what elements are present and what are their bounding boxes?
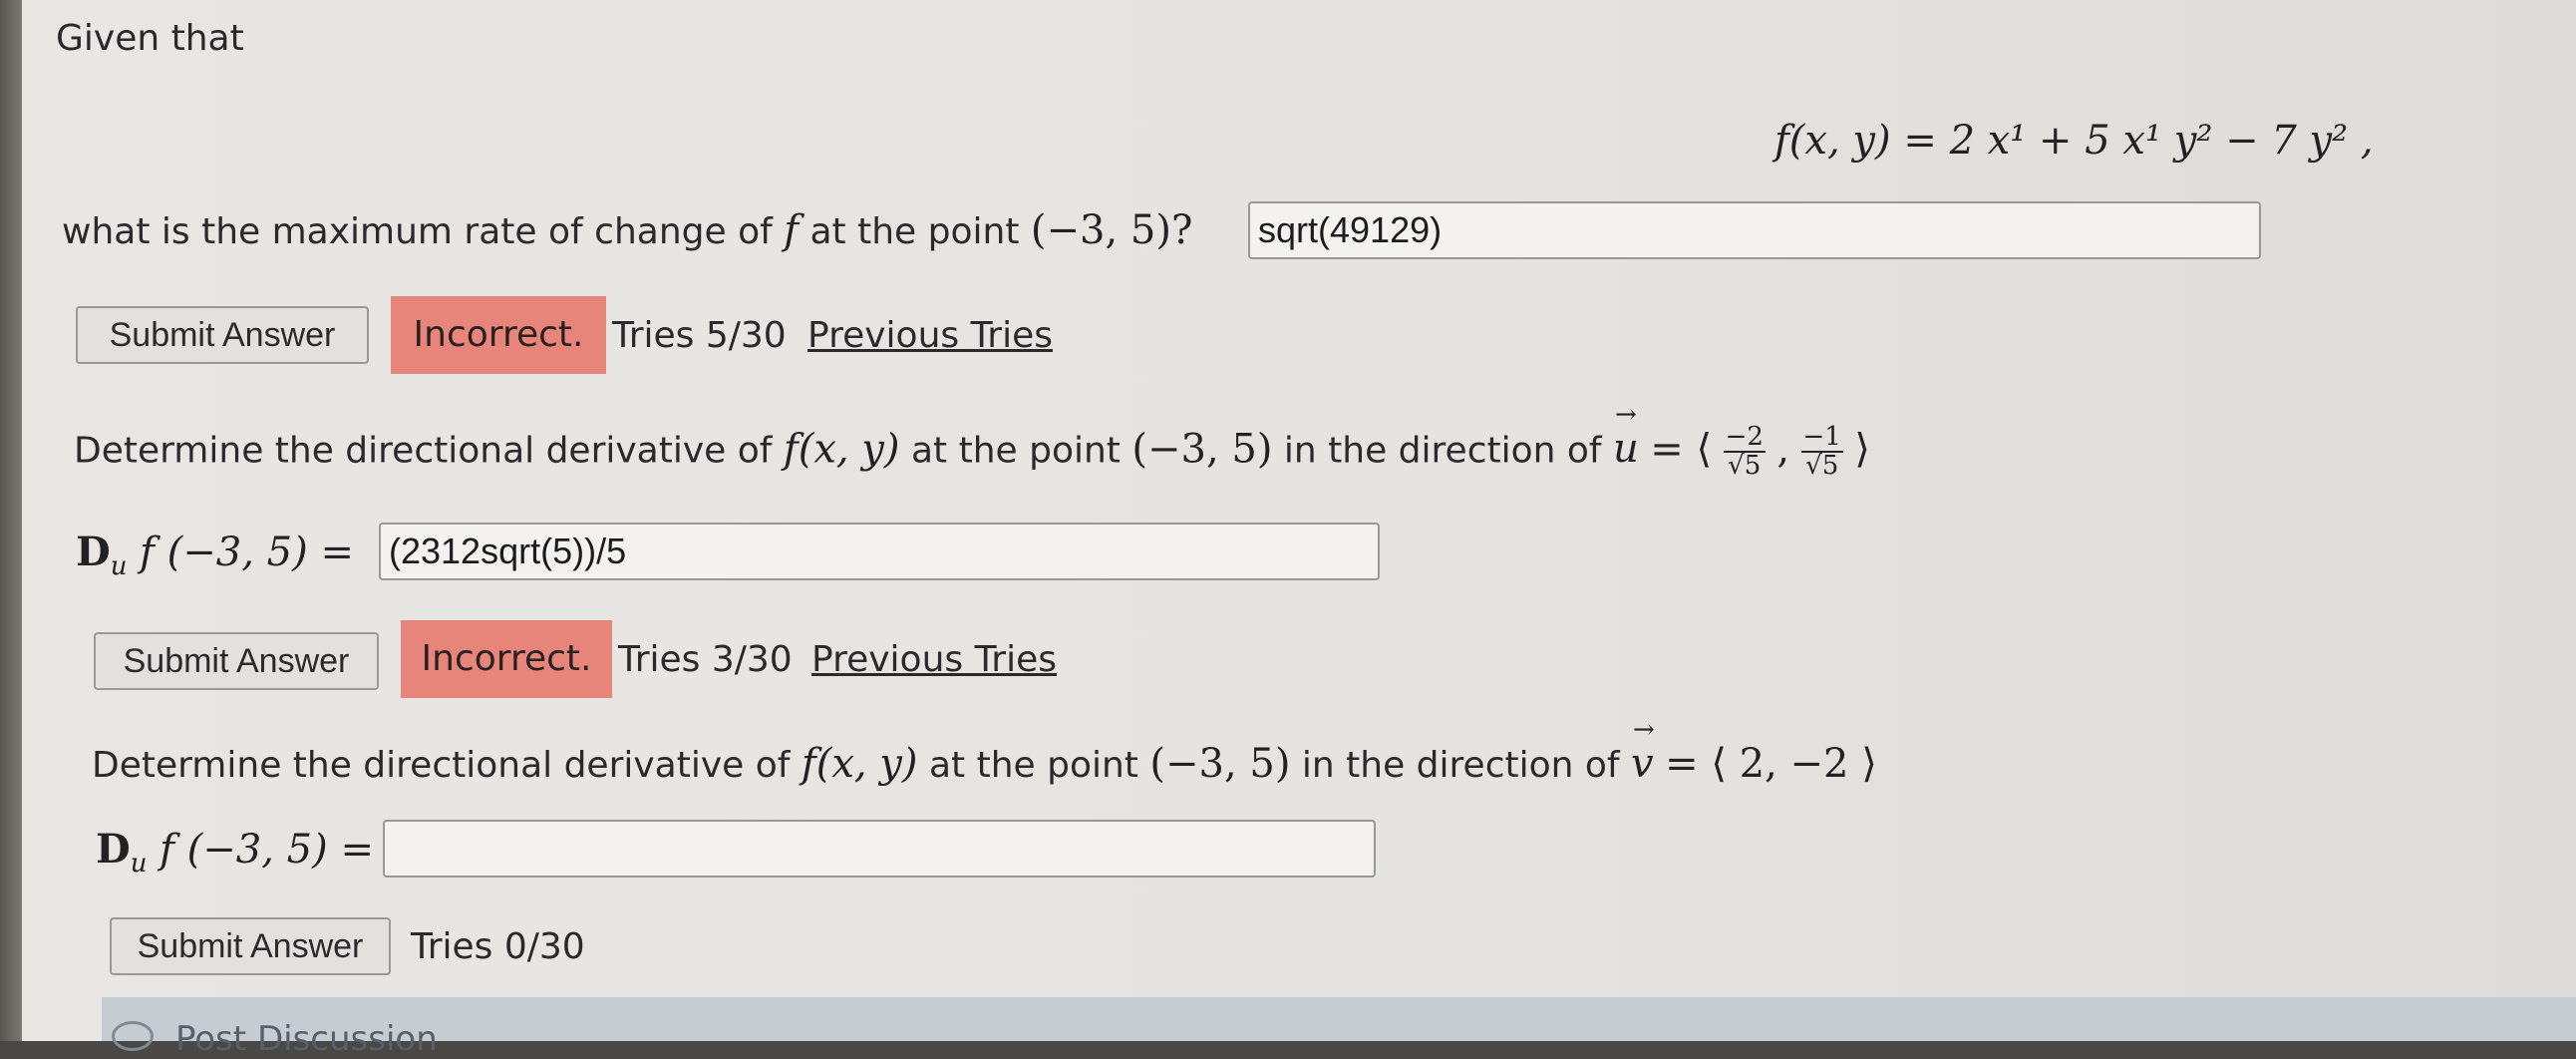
q3-point: (−3, 5) [1149,741,1291,787]
q2-comma: , [1776,426,1790,473]
q2-fxy: f(x, y) [783,426,900,473]
q1-at-point: at the point [809,211,1020,252]
q2-tries: Tries 3/30 [618,639,793,680]
q2-close: ⟩ [1854,426,1870,473]
q2-prompt: Determine the directional derivative of … [74,400,1870,482]
q3-submit-button[interactable]: Submit Answer [110,917,391,975]
q1-intro: Given that [56,18,244,59]
q1-point: (−3, 5)? [1030,207,1193,253]
q2-prompt-start: Determine the directional derivative of [74,430,773,472]
q2-answer-input[interactable]: (2312sqrt(5))/5 [379,523,1380,580]
q2-fraction-2: −1 √5 [1800,422,1843,482]
q1-question-text: what is the maximum rate of change of [62,211,773,252]
q3-label-d: D [96,826,131,873]
q1-question: what is the maximum rate of change of f … [62,207,1192,253]
q1-previous-tries-link[interactable]: Previous Tries [807,315,1053,356]
q3-vector-value: = ⟨ 2, −2 ⟩ [1665,741,1877,787]
q3-tries: Tries 0/30 [411,926,585,967]
q1-submit-button[interactable]: Submit Answer [76,306,369,364]
q1-answer-input[interactable]: sqrt(49129) [1248,201,2261,259]
discussion-icon [112,1021,154,1051]
q2-label-sub: u [110,551,128,581]
discussion-band [102,997,2576,1041]
q3-label-sub: u [130,849,148,879]
q3-label: Du f (−3, 5) = [96,826,374,879]
q3-label-rest: f (−3, 5) = [160,827,374,873]
window-edge [0,0,22,1041]
q2-previous-tries-link[interactable]: Previous Tries [811,639,1057,680]
q2-fraction-1: −2 √5 [1723,422,1766,482]
q1-tries: Tries 5/30 [612,315,787,356]
q2-vector-u: → u [1613,400,1639,473]
q3-vector-v: → v [1631,715,1655,787]
function-rhs: 2 x¹ + 5 x¹ y² − 7 y² , [1949,118,2374,164]
function-lhs: f(x, y) = [1774,118,1937,164]
q3-prompt: Determine the directional derivative of … [92,715,1877,787]
q2-prompt-mid: at the point [910,430,1121,472]
q2-submit-button[interactable]: Submit Answer [94,632,379,690]
post-discussion-link[interactable]: Post Discussion [175,1019,438,1059]
q2-label: Du f (−3, 5) = [76,529,354,581]
q3-prompt-dir: in the direction of [1301,745,1620,786]
q2-point: (−3, 5) [1131,426,1273,473]
q2-label-rest: f (−3, 5) = [140,530,354,575]
q3-fxy: f(x, y) [801,741,918,787]
q1-status-badge: Incorrect. [391,296,606,374]
q3-prompt-mid: at the point [928,745,1138,786]
q3-prompt-start: Determine the directional derivative of [92,745,791,786]
q1-f-symbol: f [784,207,800,253]
q2-prompt-dir: in the direction of [1283,430,1602,472]
q2-status-badge: Incorrect. [401,620,612,698]
q2-eq-open: = ⟨ [1650,426,1713,473]
q1-function: f(x, y) = 2 x¹ + 5 x¹ y² − 7 y² , [1774,118,2374,164]
q3-answer-input[interactable] [383,820,1376,878]
q2-label-d: D [76,529,111,575]
